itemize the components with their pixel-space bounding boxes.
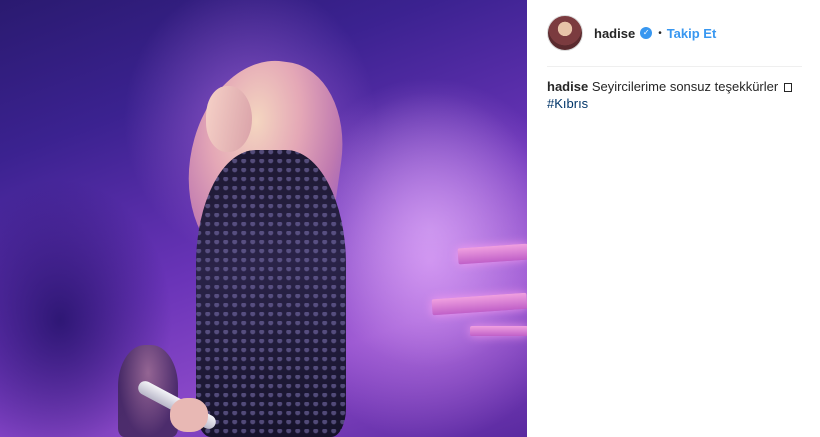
post-caption: hadise Seyircilerime sonsuz teşekkürler … (547, 78, 809, 112)
singer-face (206, 86, 252, 152)
emoji-placeholder-icon (783, 83, 792, 92)
post-header: hadise ✓ • Takip Et (547, 14, 802, 52)
caption-text: Seyircilerime sonsuz teşekkürler (591, 79, 779, 94)
stage-keyboard (470, 326, 527, 336)
singer-sequin-dress (196, 150, 346, 437)
hashtag-link[interactable]: #Kıbrıs (547, 96, 588, 111)
verified-badge-icon: ✓ (640, 27, 653, 39)
avatar[interactable] (547, 15, 583, 51)
username-link[interactable]: hadise (594, 26, 635, 41)
singer-hand (170, 398, 208, 432)
post-photo[interactable] (0, 0, 527, 437)
caption-username-link[interactable]: hadise (547, 79, 588, 94)
separator-dot: • (658, 27, 662, 39)
divider (547, 66, 802, 67)
post-side-panel: hadise ✓ • Takip Et hadise Seyircilerime… (527, 0, 820, 437)
follow-button[interactable]: Takip Et (667, 26, 717, 41)
